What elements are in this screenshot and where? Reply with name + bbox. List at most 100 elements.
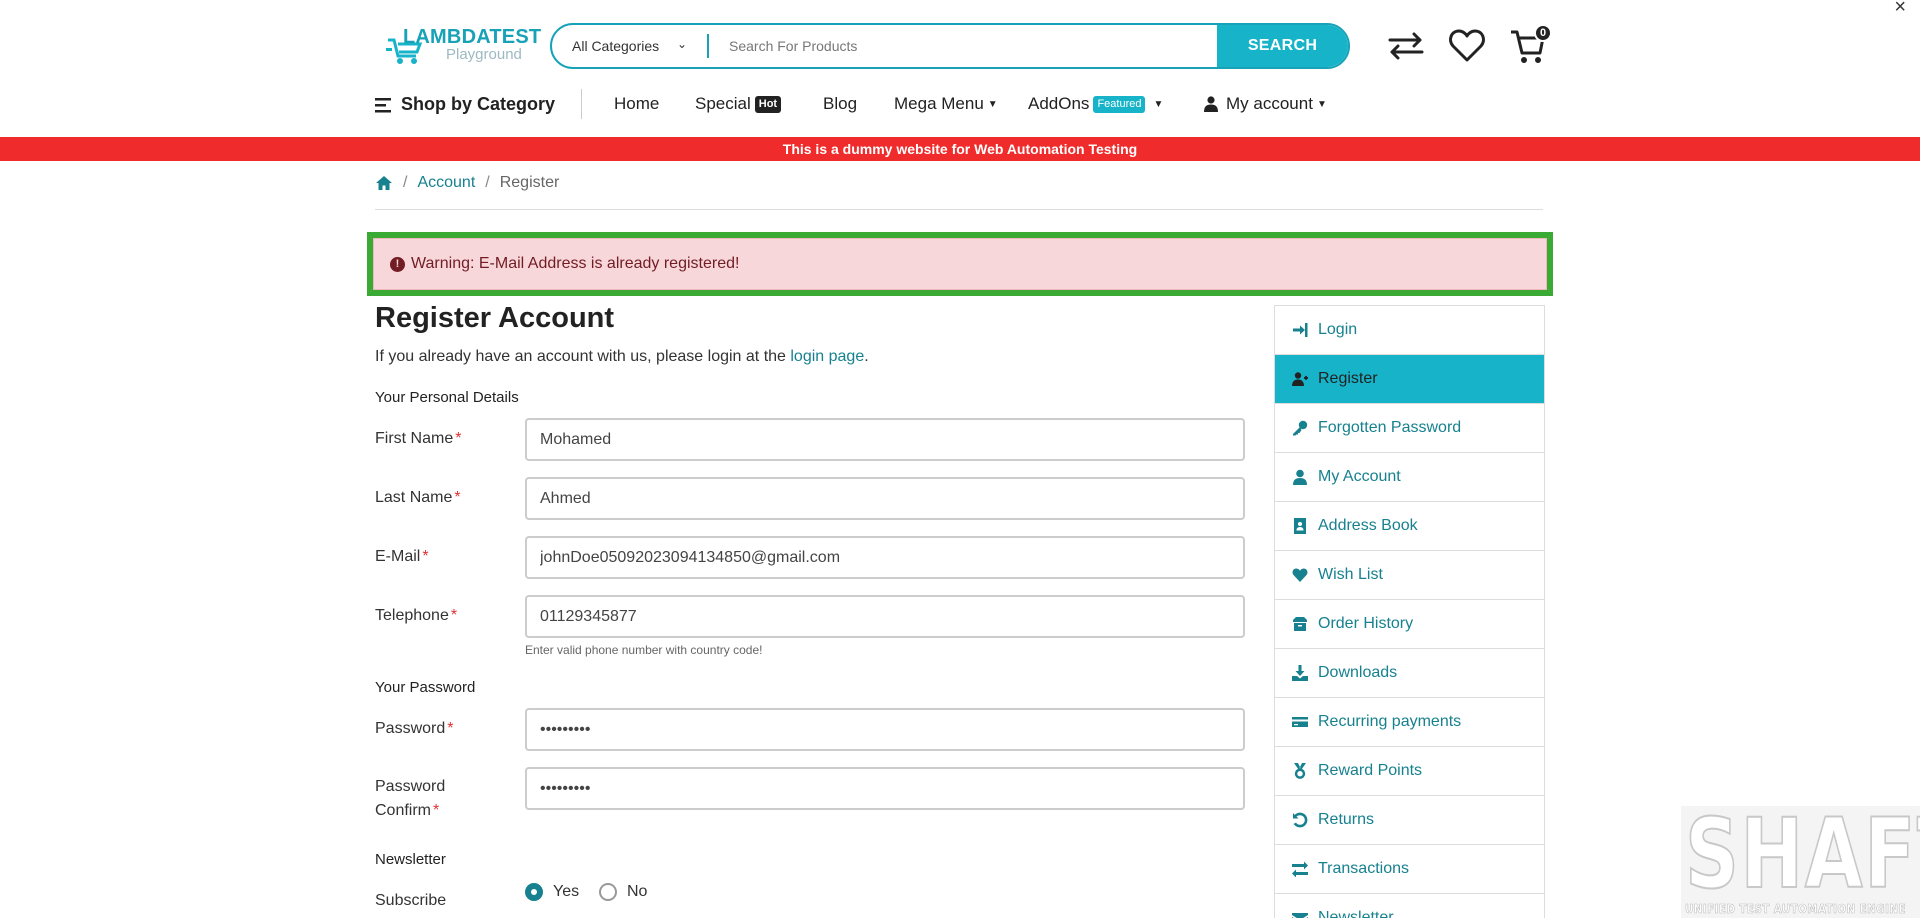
credit-card-icon — [1291, 714, 1309, 730]
password-label: Password * — [375, 717, 453, 741]
user-plus-icon — [1291, 371, 1309, 387]
header: LAMBDATEST Playground All Categories ⌄ S… — [0, 0, 1920, 92]
nav-addons-label: AddOns — [1028, 94, 1090, 113]
radio-selected-indicator — [525, 883, 543, 901]
account-sidebar: Login Register Forgotten Password My Acc… — [1274, 305, 1545, 918]
warning-alert-body: ! Warning: E-Mail Address is already reg… — [373, 238, 1547, 290]
first-name-field[interactable] — [525, 418, 1245, 461]
sidebar-item-label: Reward Points — [1318, 762, 1423, 779]
sidebar-item-recurring-payments[interactable]: Recurring payments — [1275, 698, 1544, 747]
demo-banner: This is a dummy website for Web Automati… — [0, 137, 1920, 161]
first-name-label-text: First Name — [375, 430, 454, 447]
breadcrumb-divider — [375, 209, 1543, 210]
sidebar-item-newsletter[interactable]: Newsletter — [1275, 894, 1544, 918]
first-name-label: First Name * — [375, 427, 461, 451]
shaft-watermark-tagline: UNIFIED TEST AUTOMATION ENGINE — [1685, 902, 1906, 917]
sidebar-item-wish-list[interactable]: Wish List — [1275, 551, 1544, 600]
nav-mega-menu[interactable]: Mega Menu ▼ — [894, 94, 998, 114]
sidebar-item-address-book[interactable]: Address Book — [1275, 502, 1544, 551]
sidebar-item-label: Returns — [1318, 811, 1375, 828]
user-icon — [1204, 96, 1218, 112]
nav-blog[interactable]: Blog — [823, 94, 857, 114]
envelope-icon — [1291, 910, 1309, 918]
breadcrumb-register: Register — [499, 174, 560, 191]
exclamation-circle-icon: ! — [390, 256, 405, 272]
compare-icon[interactable] — [1386, 26, 1426, 66]
search-button[interactable]: SEARCH — [1217, 25, 1348, 67]
cart-count-badge: 0 — [1534, 24, 1552, 42]
sidebar-item-login[interactable]: Login — [1275, 306, 1544, 355]
nav-divider — [581, 89, 582, 119]
sidebar-item-returns[interactable]: Returns — [1275, 796, 1544, 845]
logo-sub: Playground — [446, 46, 522, 63]
sidebar-item-forgotten-password[interactable]: Forgotten Password — [1275, 404, 1544, 453]
wishlist-heart-icon[interactable] — [1447, 26, 1487, 66]
subscribe-label: Subscribe — [375, 892, 447, 909]
category-select[interactable]: All Categories ⌄ — [552, 25, 707, 67]
subscribe-yes-radio[interactable]: Yes — [525, 883, 579, 901]
email-label-text: E-Mail — [375, 548, 421, 565]
sidebar-item-register[interactable]: Register — [1275, 355, 1544, 404]
email-field[interactable] — [525, 536, 1245, 579]
nav-mega-menu-label: Mega Menu — [894, 94, 984, 113]
shaft-watermark-logo: SHAFT UNIFIED TEST AUTOMATION ENGINE — [1681, 806, 1920, 918]
required-mark: * — [450, 607, 458, 624]
last-name-label-text: Last Name — [375, 489, 453, 506]
nav-my-account[interactable]: My account ▼ — [1204, 94, 1327, 114]
password-confirm-label: Password Confirm * — [375, 775, 445, 823]
password-label-text: Password — [375, 720, 446, 737]
nav-home-label: Home — [614, 94, 660, 113]
password-legend: Your Password — [375, 679, 476, 696]
caret-down-icon: ▼ — [1316, 98, 1327, 110]
sidebar-item-downloads[interactable]: Downloads — [1275, 649, 1544, 698]
main-nav: Shop by Category Home Special Hot Blog M… — [0, 88, 1920, 124]
sidebar-item-label: Address Book — [1318, 517, 1418, 534]
shop-by-category-button[interactable]: Shop by Category — [375, 94, 555, 115]
exchange-icon — [1291, 861, 1309, 877]
featured-badge: Featured — [1093, 95, 1146, 113]
required-mark: * — [454, 489, 461, 506]
password-confirm-label-line2: Confirm — [375, 802, 432, 819]
nav-special[interactable]: Special Hot — [695, 94, 782, 114]
sidebar-item-my-account[interactable]: My Account — [1275, 453, 1544, 502]
sidebar-item-label: Recurring payments — [1318, 713, 1462, 730]
password-field[interactable] — [525, 708, 1245, 751]
last-name-field[interactable] — [525, 477, 1245, 520]
required-mark: * — [433, 802, 440, 819]
sidebar-item-reward-points[interactable]: Reward Points — [1275, 747, 1544, 796]
key-icon — [1291, 420, 1309, 436]
sidebar-item-label: Register — [1318, 370, 1378, 387]
telephone-label: Telephone * — [375, 604, 457, 628]
chevron-down-icon: ⌄ — [676, 37, 687, 51]
nav-addons[interactable]: AddOns Featured ▼ — [1028, 94, 1163, 114]
sidebar-item-label: Transactions — [1318, 860, 1409, 877]
sidebar-item-order-history[interactable]: Order History — [1275, 600, 1544, 649]
page-title: Register Account — [375, 302, 615, 334]
home-icon[interactable] — [375, 175, 393, 191]
sidebar-item-label: Newsletter — [1318, 909, 1394, 918]
required-mark: * — [447, 720, 454, 737]
telephone-field[interactable] — [525, 595, 1245, 638]
category-select-label: All Categories — [572, 38, 660, 54]
address-book-icon — [1291, 518, 1309, 534]
nav-blog-label: Blog — [823, 94, 858, 113]
nav-home[interactable]: Home — [614, 94, 659, 114]
subscribe-no-radio[interactable]: No — [599, 883, 647, 901]
login-page-link[interactable]: login page — [790, 348, 864, 365]
sidebar-item-label: Order History — [1318, 615, 1414, 632]
email-label: E-Mail * — [375, 545, 429, 569]
shop-by-category-label: Shop by Category — [401, 94, 556, 114]
sidebar-item-label: Downloads — [1318, 664, 1398, 681]
search-input[interactable] — [709, 25, 1217, 67]
password-confirm-field[interactable] — [525, 767, 1245, 810]
cart-button[interactable]: 0 — [1508, 24, 1552, 66]
download-icon — [1291, 665, 1309, 681]
logo[interactable]: LAMBDATEST Playground — [386, 24, 541, 74]
nav-my-account-label: My account — [1226, 94, 1313, 113]
hot-badge: Hot — [754, 95, 782, 113]
sidebar-item-label: My Account — [1318, 468, 1401, 485]
sidebar-item-transactions[interactable]: Transactions — [1275, 845, 1544, 894]
warning-alert: ! Warning: E-Mail Address is already reg… — [367, 232, 1553, 296]
breadcrumb-account[interactable]: Account — [417, 174, 475, 192]
search-bar: All Categories ⌄ SEARCH — [550, 23, 1350, 69]
